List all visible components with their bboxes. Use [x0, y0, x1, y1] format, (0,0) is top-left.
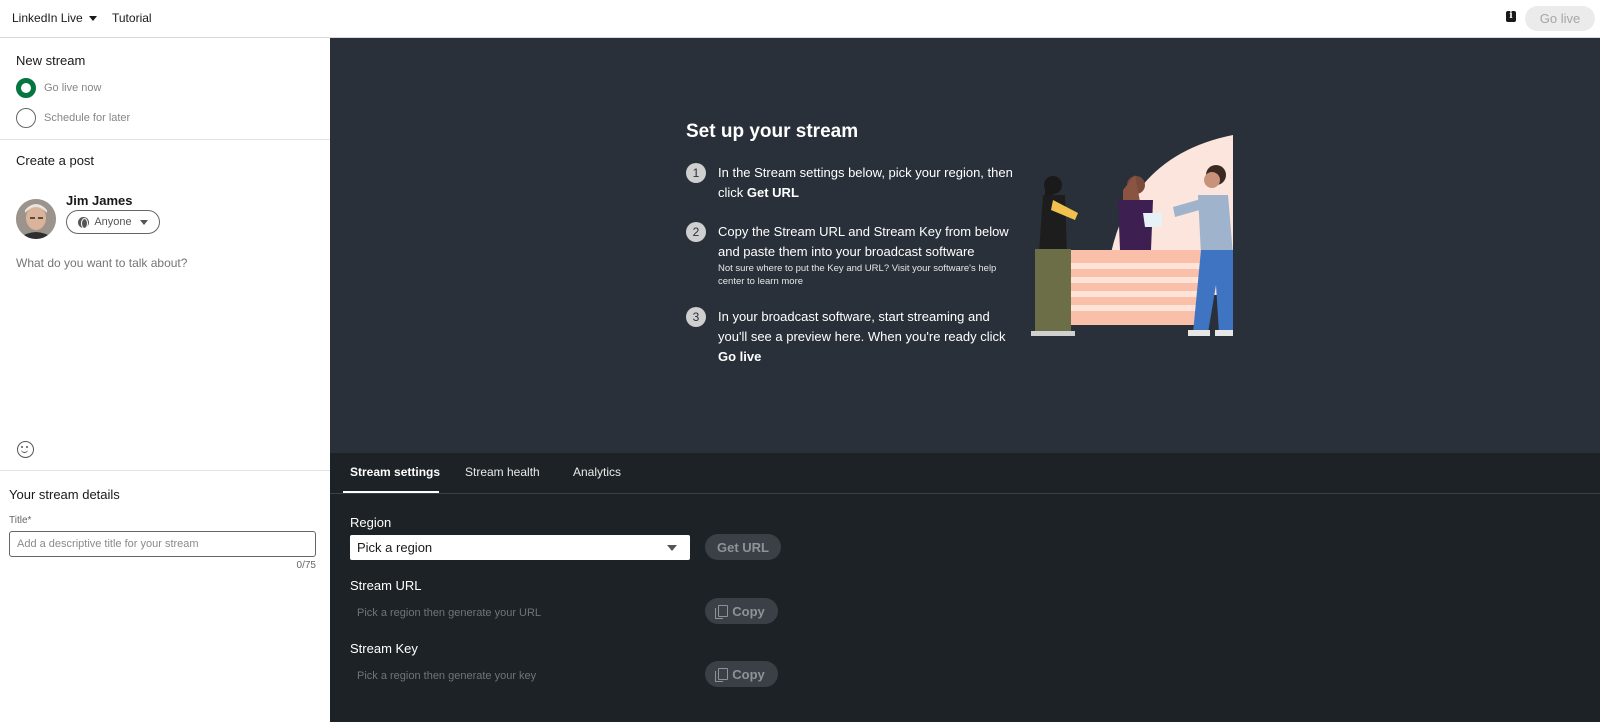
copy-key-button[interactable]: Copy	[705, 661, 778, 687]
schedule-later-label: Schedule for later	[44, 112, 131, 124]
audience-selector[interactable]: Anyone	[66, 210, 160, 234]
go-live-button[interactable]: Go live	[1525, 6, 1595, 31]
setup-illustration	[1031, 135, 1233, 336]
step-text: Copy the Stream URL and Stream Key from …	[718, 222, 1018, 288]
user-name: Jim James	[66, 193, 133, 208]
product-name: LinkedIn Live	[12, 11, 83, 25]
stream-url-value: Pick a region then generate your URL	[357, 607, 542, 619]
setup-step-3: 3 In your broadcast software, start stre…	[686, 307, 1016, 372]
preview-stage: Set up your stream 1 In the Stream setti…	[330, 38, 1600, 453]
region-select-value: Pick a region	[357, 540, 433, 555]
divider	[0, 470, 330, 471]
stream-tabs: Stream settings Stream health Analytics	[330, 453, 1600, 494]
tab-analytics[interactable]: Analytics	[573, 465, 621, 479]
step-help-text: Not sure where to put the Key and URL? V…	[718, 263, 997, 287]
chevron-down-icon	[88, 15, 97, 21]
setup-title: Set up your stream	[686, 121, 859, 142]
tutorial-link[interactable]: Tutorial	[112, 11, 152, 25]
chevron-down-icon	[667, 545, 677, 551]
char-count: 0/75	[296, 560, 316, 571]
copy-label: Copy	[732, 666, 765, 682]
avatar	[16, 199, 56, 239]
stream-key-label: Stream Key	[350, 641, 418, 656]
step-number: 2	[686, 222, 706, 242]
divider	[0, 139, 330, 140]
radio-selected-icon[interactable]	[16, 78, 36, 98]
tab-stream-health[interactable]: Stream health	[465, 465, 540, 479]
smile-icon[interactable]	[17, 441, 34, 458]
copy-label: Copy	[732, 603, 765, 619]
step-number: 1	[686, 163, 706, 183]
title-label: Title*	[9, 515, 32, 526]
tab-stream-settings[interactable]: Stream settings	[350, 465, 440, 479]
product-switcher[interactable]: LinkedIn Live	[12, 11, 97, 25]
post-text-input[interactable]	[16, 256, 316, 270]
stream-key-value: Pick a region then generate your key	[357, 670, 537, 682]
step-text: In your broadcast software, start stream…	[718, 309, 1006, 364]
schedule-later-radio[interactable]: Schedule for later	[16, 108, 130, 128]
stream-settings-panel: Region Pick a region Get URL Stream URL …	[330, 494, 1600, 722]
step-text: In the Stream settings below, pick your …	[718, 165, 1013, 200]
get-url-button[interactable]: Get URL	[705, 534, 781, 560]
stream-url-label: Stream URL	[350, 578, 422, 593]
region-label: Region	[350, 515, 392, 530]
copy-icon	[715, 605, 729, 619]
copy-icon	[715, 668, 729, 682]
globe-icon	[78, 216, 90, 229]
radio-unselected-icon[interactable]	[16, 108, 36, 128]
go-live-now-radio[interactable]: Go live now	[16, 78, 101, 98]
stream-details-title: Your stream details	[9, 487, 120, 502]
active-tab-indicator	[343, 491, 439, 493]
step-number: 3	[686, 307, 706, 327]
chevron-down-icon	[139, 219, 148, 225]
title-input[interactable]	[9, 531, 316, 557]
new-stream-title: New stream	[16, 53, 86, 68]
copy-url-button[interactable]: Copy	[705, 598, 778, 624]
top-bar: LinkedIn Live Tutorial i Go live	[0, 0, 1600, 38]
create-post-title: Create a post	[16, 153, 95, 168]
left-panel: New stream Go live now Schedule for late…	[0, 38, 330, 722]
setup-step-1: 1 In the Stream settings below, pick you…	[686, 163, 1016, 208]
info-icon[interactable]: i	[1506, 11, 1516, 22]
go-live-now-label: Go live now	[44, 82, 102, 94]
audience-label: Anyone	[94, 216, 132, 228]
region-select[interactable]: Pick a region	[350, 535, 690, 560]
setup-step-2: 2 Copy the Stream URL and Stream Key fro…	[686, 222, 1016, 292]
